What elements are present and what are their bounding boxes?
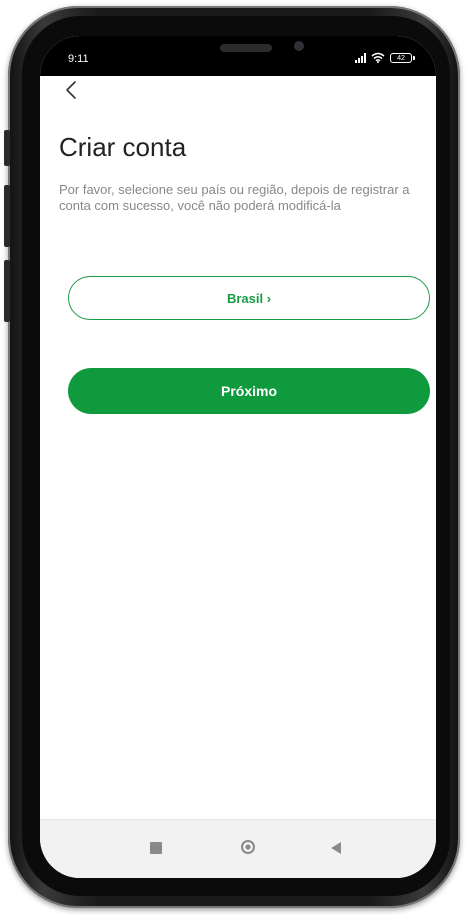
status-icons: 42 xyxy=(355,52,415,63)
wifi-icon xyxy=(371,52,385,63)
phone-side-button xyxy=(4,130,10,166)
page-description: Por favor, selecione seu país ou região,… xyxy=(59,182,410,213)
battery-icon: 42 xyxy=(390,52,415,63)
speaker-grille xyxy=(220,44,272,52)
status-bar: 9:11 42 xyxy=(40,36,436,76)
country-select-button[interactable]: Brasil › xyxy=(68,276,430,320)
navigation-bar xyxy=(40,819,436,878)
page: 9:11 42 Criar conta Por favor, selecione… xyxy=(0,0,475,915)
battery-level: 42 xyxy=(397,54,405,62)
phone-volume-down-button xyxy=(4,260,10,322)
next-button[interactable]: Próximo xyxy=(68,368,430,414)
front-camera xyxy=(294,41,304,51)
phone-screen: 9:11 42 Criar conta Por favor, selecione… xyxy=(40,36,436,878)
chevron-left-icon[interactable] xyxy=(60,78,84,102)
phone-volume-up-button xyxy=(4,185,10,247)
country-label: Brasil › xyxy=(226,290,272,306)
home-icon[interactable] xyxy=(241,840,255,854)
next-label: Próximo xyxy=(220,383,277,399)
signal-icon xyxy=(355,52,366,63)
status-time: 9:11 xyxy=(68,53,89,65)
page-title: Criar conta xyxy=(59,132,187,162)
recent-apps-icon[interactable] xyxy=(150,842,162,854)
back-icon[interactable] xyxy=(331,842,341,854)
